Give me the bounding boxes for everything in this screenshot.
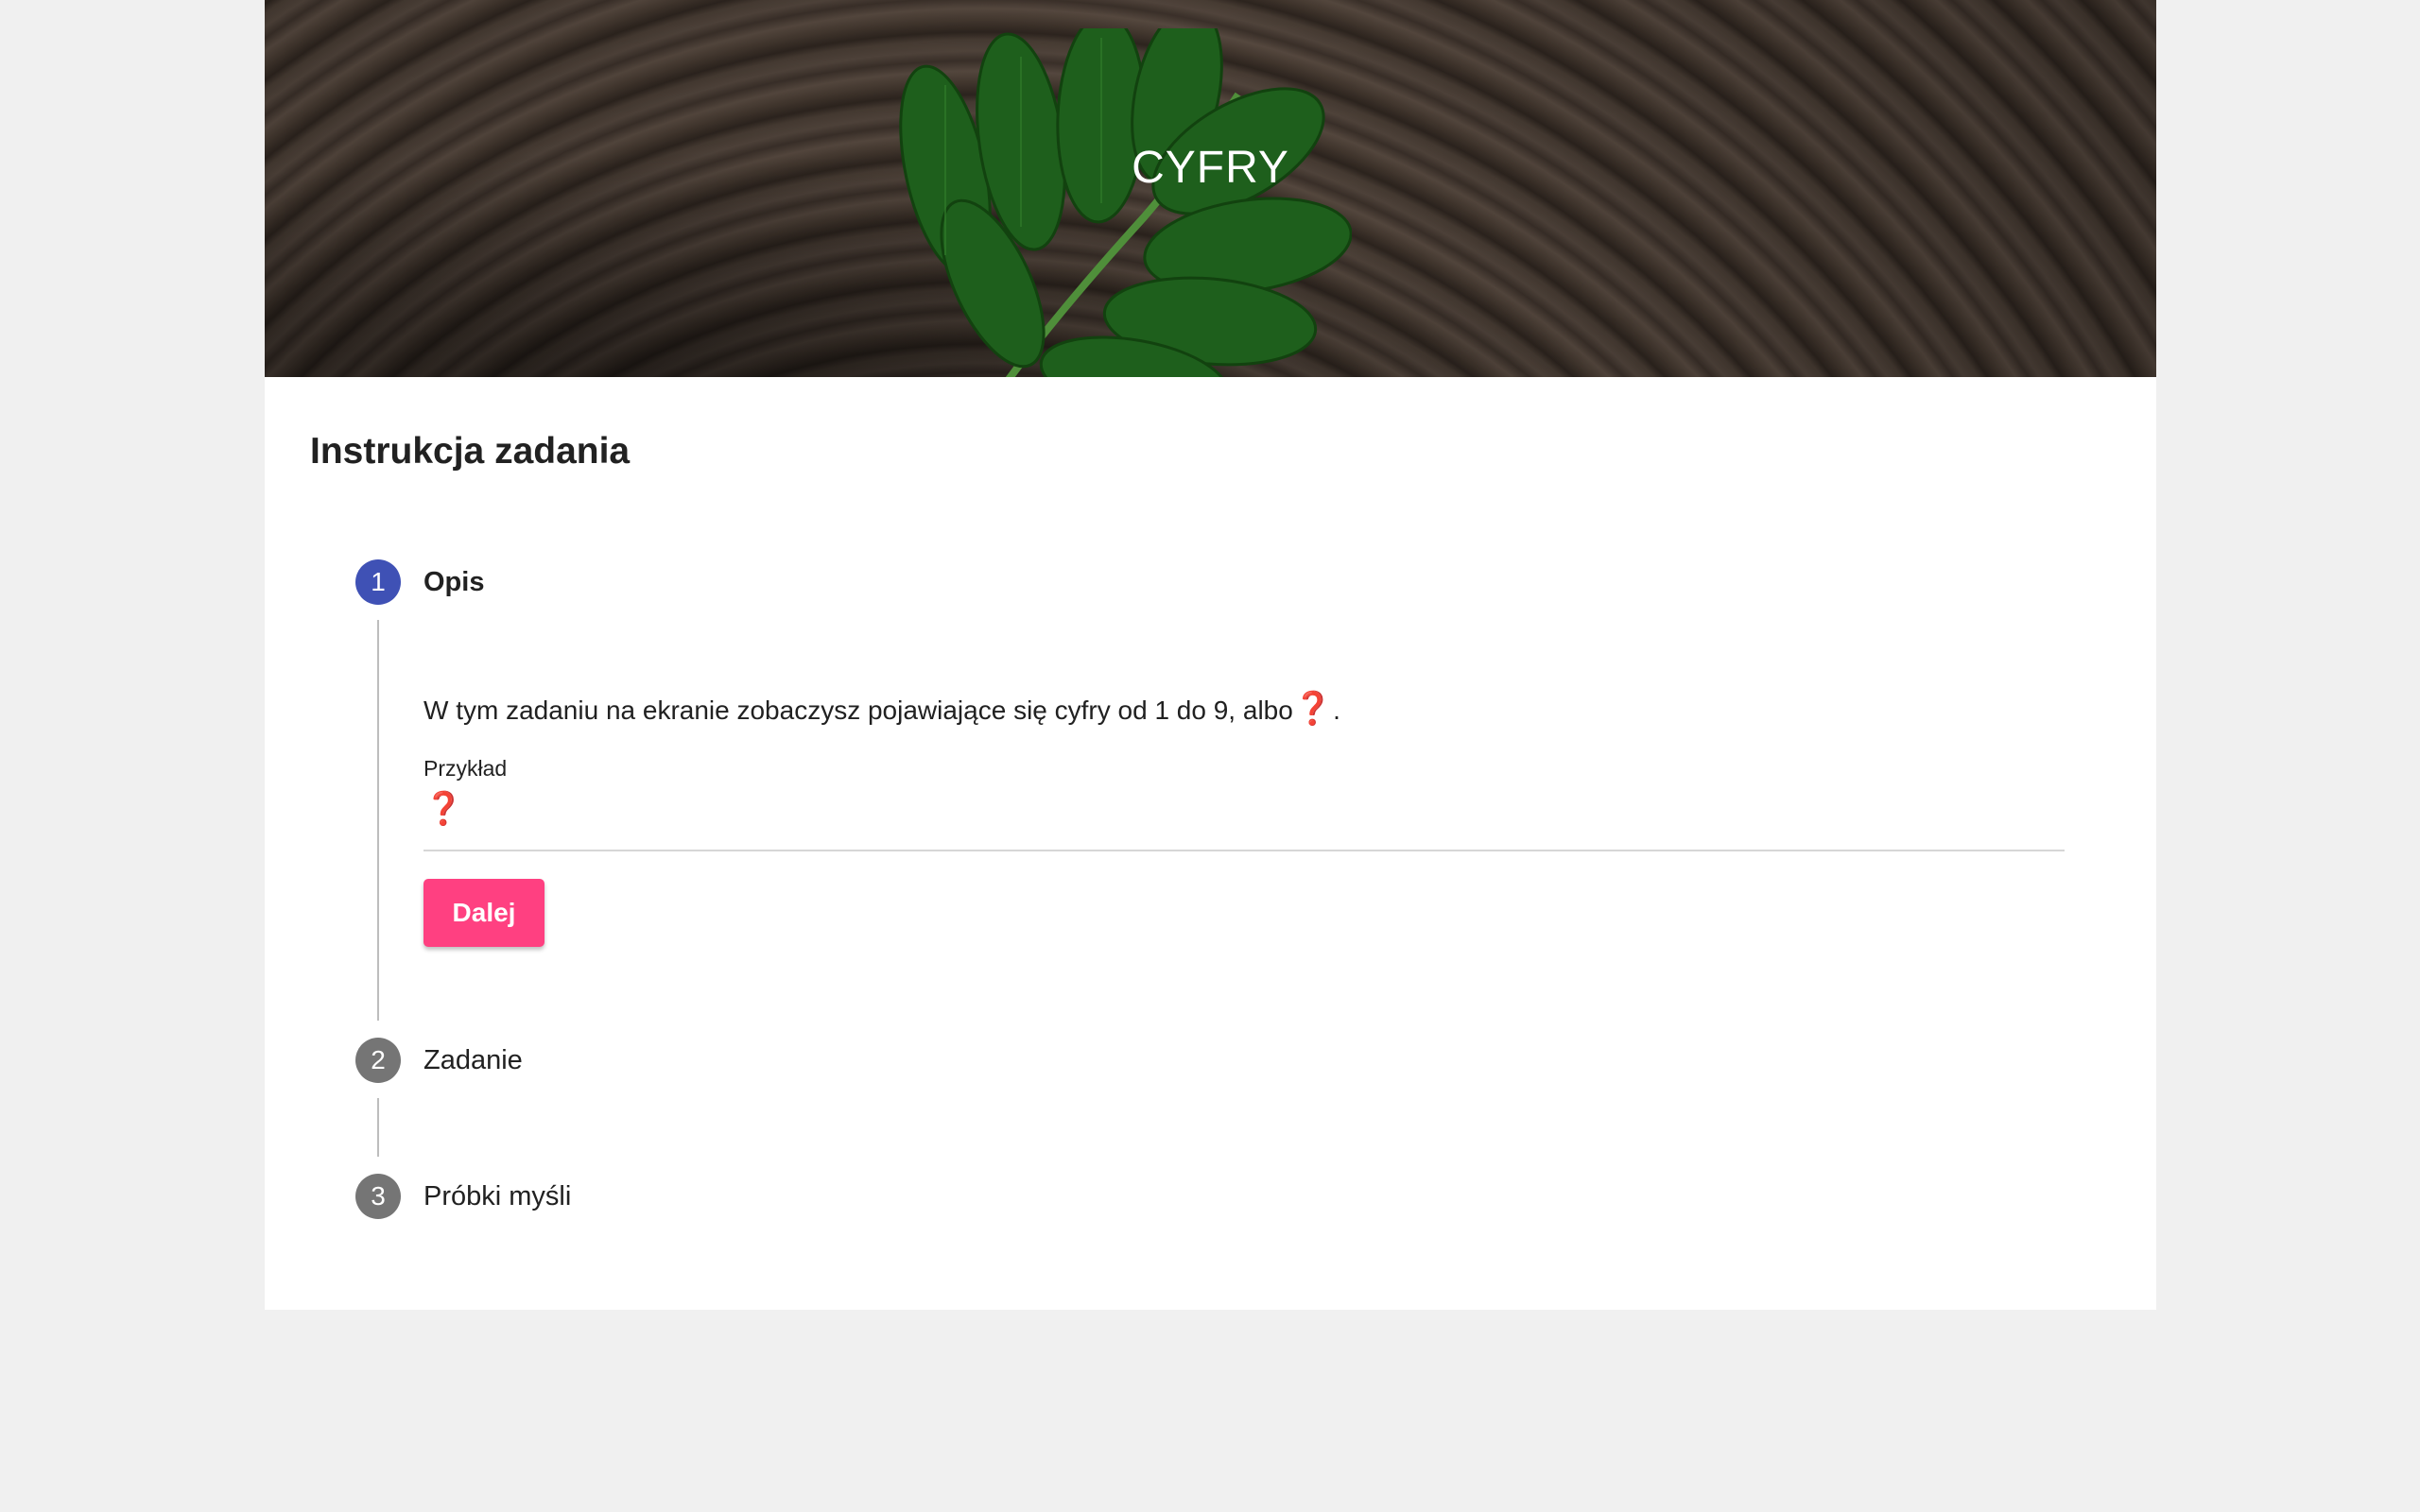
example-label: Przykład [424, 756, 508, 781]
step-1-label[interactable]: Opis [424, 567, 484, 598]
step-3-number[interactable]: 3 [355, 1174, 401, 1219]
question-mark-icon: ❓ [1292, 691, 1334, 727]
next-button[interactable]: Dalej [424, 879, 544, 947]
step-1-description: W tym zadaniu na ekranie zobaczysz pojaw… [424, 690, 1340, 728]
step-2-number[interactable]: 2 [355, 1038, 401, 1083]
page-title: CYFRY [1132, 143, 1289, 193]
leaf-image [899, 28, 1352, 377]
description-text: W tym zadaniu na ekranie zobaczysz pojaw… [424, 696, 1293, 725]
header-banner: CYFRY [265, 0, 2156, 377]
step-connector-1 [377, 620, 379, 1021]
example-question-mark-icon: ❓ [424, 791, 464, 827]
step-1-number[interactable]: 1 [355, 559, 401, 605]
card-heading: Instrukcja zadania [310, 431, 631, 472]
task-card: CYFRY Instrukcja zadania 1 Opis W tym za… [265, 0, 2156, 1310]
divider [424, 850, 2065, 851]
step-3-label[interactable]: Próbki myśli [424, 1181, 571, 1212]
step-2-label[interactable]: Zadanie [424, 1045, 523, 1076]
description-end: . [1333, 696, 1340, 725]
step-connector-2 [377, 1098, 379, 1157]
